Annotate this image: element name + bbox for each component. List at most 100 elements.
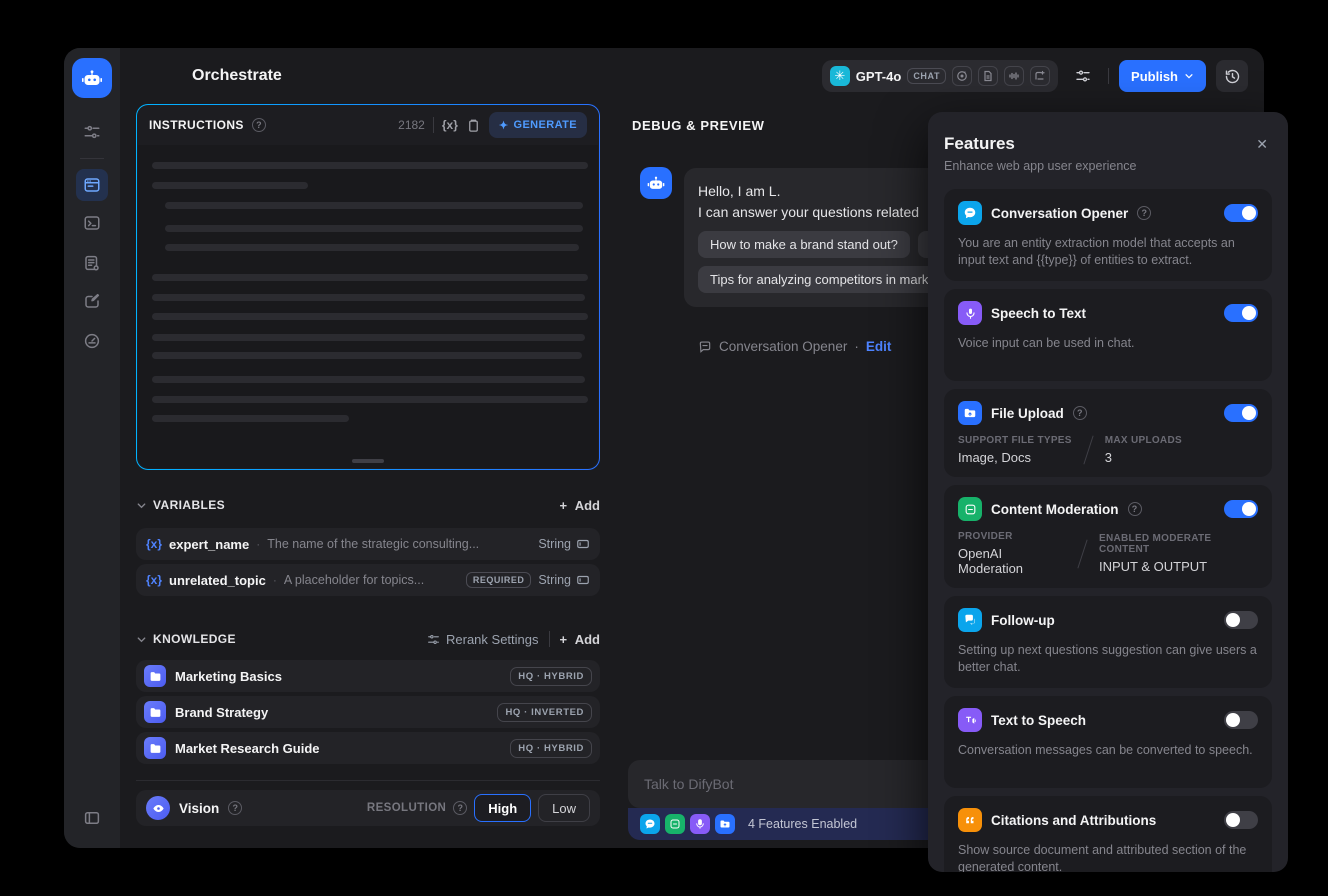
folder-icon <box>144 737 166 759</box>
meta-value: 3 <box>1104 450 1112 465</box>
sidebar <box>64 48 120 848</box>
variable-row[interactable]: {x} expert_name · The name of the strate… <box>136 528 600 560</box>
feature-card-conversation-opener: Conversation Opener ? You are an entity … <box>944 189 1272 281</box>
chat-opener-mini-icon <box>640 814 660 834</box>
knowledge-row[interactable]: Marketing Basics HQ · HYBRID <box>136 660 600 692</box>
meta-label: PROVIDER <box>958 531 1013 542</box>
chat-bubble-icon <box>699 340 711 353</box>
chevron-down-icon <box>1185 74 1193 79</box>
suggestion-chip[interactable]: How to make a brand stand out? <box>698 231 910 258</box>
variables-title: VARIABLES <box>153 498 226 512</box>
model-config-sliders-icon[interactable] <box>1068 61 1098 91</box>
feature-toggle[interactable] <box>1224 304 1258 322</box>
separator: · <box>256 537 261 551</box>
sidebar-item-api-terminal[interactable] <box>76 207 108 239</box>
feature-card-content-moderation: Content Moderation ? PROVIDER OpenAI Mod… <box>944 485 1272 588</box>
sidebar-divider <box>80 158 104 159</box>
help-icon[interactable]: ? <box>1137 206 1152 220</box>
generate-button[interactable]: ✦ GENERATE <box>488 112 587 138</box>
collapse-sidebar-icon[interactable] <box>76 802 108 834</box>
resolution-low-button[interactable]: Low <box>538 794 590 822</box>
skeleton-line <box>152 352 582 359</box>
chevron-down-icon[interactable] <box>136 500 147 511</box>
feature-toggle[interactable] <box>1224 611 1258 629</box>
suggestion-chip[interactable]: Tips for analyzing competitors in market <box>698 266 952 293</box>
add-variable-button[interactable]: + Add <box>560 498 601 513</box>
separator: · <box>272 573 277 587</box>
variable-type: String <box>538 573 590 587</box>
feature-toggle[interactable] <box>1224 404 1258 422</box>
skeleton-line <box>152 415 349 422</box>
knowledge-name: Brand Strategy <box>175 704 269 720</box>
skeleton-line <box>152 376 585 383</box>
vision-setting-row: Vision ? RESOLUTION ? High Low <box>136 790 600 826</box>
help-icon[interactable]: ? <box>1127 502 1142 516</box>
help-icon[interactable]: ? <box>228 801 243 815</box>
version-history-button[interactable] <box>1216 60 1248 92</box>
variable-icon: {x} <box>146 573 163 587</box>
feature-name: Content Moderation <box>991 501 1119 517</box>
vision-title: Vision <box>179 800 220 816</box>
folder-icon <box>144 701 166 723</box>
sidebar-item-orchestrate[interactable] <box>76 169 108 201</box>
resolution-high-button[interactable]: High <box>474 794 532 822</box>
skeleton-line <box>152 162 588 169</box>
sidebar-item-logs[interactable] <box>76 247 108 279</box>
feature-name: Speech to Text <box>991 305 1087 321</box>
feature-toggle[interactable] <box>1224 204 1258 222</box>
help-icon[interactable]: ? <box>1072 406 1087 420</box>
edit-opener-link[interactable]: Edit <box>866 339 892 354</box>
add-knowledge-button[interactable]: + Add <box>560 632 601 647</box>
file-upload-mini-icon <box>715 814 735 834</box>
app-logo-robot-icon[interactable] <box>72 58 112 98</box>
model-selector[interactable]: ✳ GPT-4o CHAT <box>821 60 1059 92</box>
eye-icon <box>146 796 170 820</box>
variable-row[interactable]: {x} unrelated_topic · A placeholder for … <box>136 564 600 596</box>
input-field-icon <box>577 575 589 585</box>
rerank-label: Rerank Settings <box>446 631 539 647</box>
variable-type: String <box>538 537 590 551</box>
toolbar-divider <box>432 117 434 133</box>
debug-preview-title: DEBUG & PREVIEW <box>632 118 765 133</box>
file-upload-icon <box>958 401 982 425</box>
skeleton-line <box>152 334 585 341</box>
model-name: GPT-4o <box>855 68 902 84</box>
help-icon[interactable]: ? <box>251 118 266 132</box>
knowledge-name: Marketing Basics <box>175 668 282 684</box>
knowledge-row[interactable]: Market Research Guide HQ · HYBRID <box>136 732 600 764</box>
resize-handle[interactable] <box>352 459 384 463</box>
feature-toggle[interactable] <box>1224 711 1258 729</box>
copy-clipboard-icon[interactable] <box>466 118 481 133</box>
feature-toggle[interactable] <box>1224 500 1258 518</box>
close-icon[interactable]: ✕ <box>1252 134 1272 155</box>
document-capability-icon <box>978 66 999 86</box>
variables-header: VARIABLES + Add <box>136 492 600 518</box>
sidebar-item-monitoring-gauge[interactable] <box>76 325 108 357</box>
insert-variable-icon[interactable]: {x} <box>442 118 458 132</box>
skeleton-line <box>152 274 588 281</box>
knowledge-row[interactable]: Brand Strategy HQ · INVERTED <box>136 696 600 728</box>
feature-name: Conversation Opener <box>991 205 1129 221</box>
publish-button[interactable]: Publish <box>1119 60 1206 92</box>
feature-card-speech-to-text: Speech to Text Voice input can be used i… <box>944 289 1272 381</box>
help-icon[interactable]: ? <box>453 801 468 815</box>
chevron-down-icon[interactable] <box>136 634 147 645</box>
instructions-editor[interactable] <box>138 145 598 468</box>
rerank-settings-button[interactable]: Rerank Settings <box>427 632 539 647</box>
sidebar-item-annotation[interactable] <box>76 285 108 317</box>
separator: · <box>854 339 859 354</box>
meta-value: OpenAI Moderation <box>958 546 1024 576</box>
moderation-icon <box>958 497 982 521</box>
vision-capability-icon <box>952 66 973 86</box>
citations-icon <box>958 808 982 832</box>
mode-badge: CHAT <box>907 68 947 84</box>
feature-description: Show source document and attributed sect… <box>958 843 1247 872</box>
instructions-panel[interactable]: INSTRUCTIONS ? 2182 {x} ✦ GENERATE <box>136 104 600 470</box>
skeleton-line <box>152 313 588 320</box>
folder-icon <box>144 665 166 687</box>
slash-divider <box>1077 539 1088 568</box>
settings-sliders-icon[interactable] <box>76 116 108 148</box>
chat-opener-icon <box>958 201 982 225</box>
feature-toggle[interactable] <box>1224 811 1258 829</box>
sparkle-icon: ✦ <box>498 119 509 132</box>
